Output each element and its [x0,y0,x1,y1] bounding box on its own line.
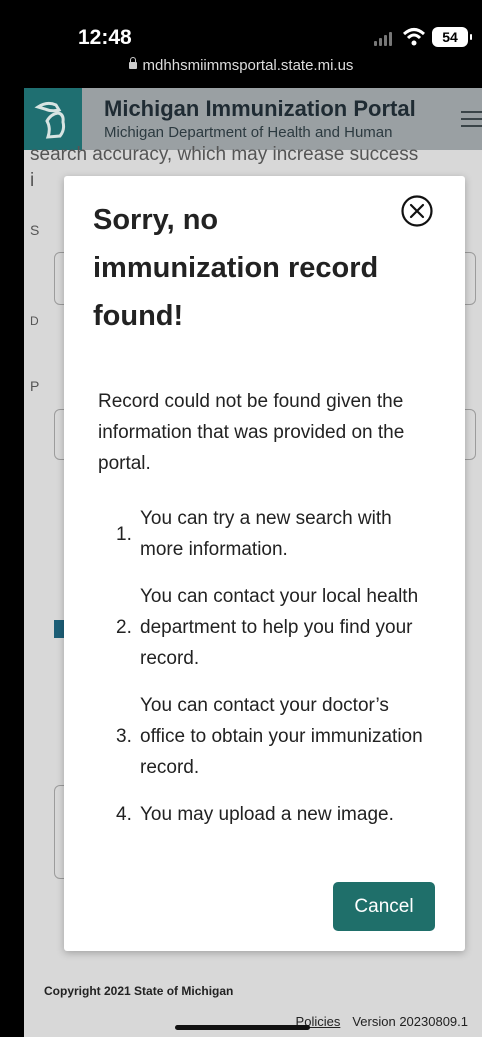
cellular-signal-icon [374,30,396,46]
list-item: 3. You can contact your doctor’s office t… [116,690,431,783]
hamburger-menu-icon[interactable] [461,111,482,127]
list-item-text: You can contact your local health depart… [140,586,419,669]
home-indicator[interactable] [175,1025,310,1030]
dialog-message: Record could not be found given the info… [98,391,405,474]
list-item-number: 1. [116,523,132,545]
url-text: mdhhsmiimmsportal.state.mi.us [142,57,354,74]
app-subtitle: Michigan Department of Health and Human [104,124,393,141]
list-item-text: You can try a new search with more infor… [140,508,392,560]
footer-copyright: Copyright 2021 State of Michigan [44,984,234,998]
app-header: Michigan Immunization Portal Michigan De… [24,88,482,150]
battery-icon: 54 [432,27,472,47]
address-bar[interactable]: mdhhsmiimmsportal.state.mi.us [0,57,482,74]
background-partial-text-line-2: i [30,170,35,191]
suggestions-list: 1. You can try a new search with more inf… [116,503,431,846]
list-item-number: 4. [116,804,132,825]
status-bar: 12:48 54 mdhhsmiimmsportal.state.mi.us [0,0,482,88]
no-record-found-dialog: Sorry, no immunization record found! Rec… [64,176,465,951]
lock-icon [128,57,137,69]
list-item-text: You can contact your doctor’s office to … [140,695,423,778]
battery-level: 54 [442,29,458,45]
background-field-label: S [30,222,40,238]
cancel-button[interactable]: Cancel [333,882,435,931]
wifi-icon [402,28,426,46]
status-time: 12:48 [78,26,132,49]
list-item-text: You may upload a new image. [140,804,394,825]
background-field-label: P [30,378,40,394]
list-item: 4. You may upload a new image. [116,799,431,830]
list-item: 2. You can contact your local health depa… [116,581,431,674]
background-partial-text: search accuracy, which may increase succ… [30,144,419,165]
list-item-number: 2. [116,617,132,638]
list-item: 1. You can try a new search with more inf… [116,503,431,565]
list-item-number: 3. [116,726,132,747]
version-text: Version 20230809.1 [352,1014,468,1029]
dialog-title: Sorry, no immunization record found! [93,204,379,332]
footer-links: Policies Version 20230809.1 [286,1014,468,1029]
background-field-hint: D [30,314,39,328]
close-icon[interactable] [400,194,434,228]
app-title: Michigan Immunization Portal [104,96,416,121]
michigan-logo-icon[interactable] [24,88,82,150]
